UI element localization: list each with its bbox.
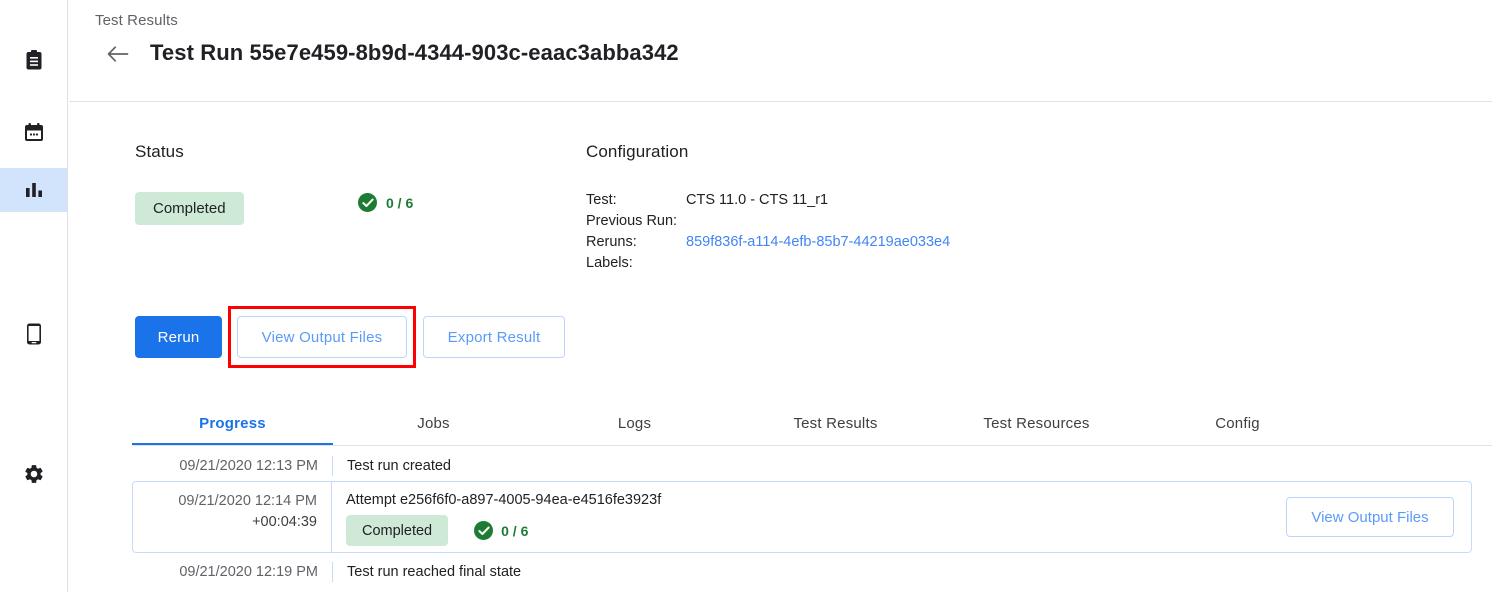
config-key: Previous Run: — [586, 211, 686, 232]
attempt-count-text: 0 / 6 — [501, 523, 528, 539]
view-output-files-button[interactable]: View Output Files — [237, 316, 407, 358]
breadcrumb[interactable]: Test Results — [95, 12, 178, 29]
export-result-button[interactable]: Export Result — [423, 316, 565, 358]
attempt-status-badge: Completed — [346, 515, 448, 546]
progress-row-final: 09/21/2020 12:19 PM Test run reached fin… — [132, 562, 1492, 582]
calendar-icon — [23, 122, 45, 143]
tab-config[interactable]: Config — [1137, 402, 1338, 444]
attempt-meta: Completed 0 / 6 — [346, 515, 1286, 546]
sidebar-item-analytics[interactable] — [0, 168, 67, 212]
attempt-title: Attempt e256f6f0-a897-4005-94ea-e4516fe3… — [346, 491, 1286, 509]
status-badge: Completed — [135, 192, 244, 225]
reruns-link[interactable]: 859f836f-a114-4efb-85b7-44219ae033e4 — [686, 232, 950, 253]
configuration-section-label: Configuration — [586, 142, 688, 162]
tab-test-resources[interactable]: Test Resources — [936, 402, 1137, 444]
rerun-button[interactable]: Rerun — [135, 316, 222, 358]
config-value: CTS 11.0 - CTS 11_r1 — [686, 190, 828, 211]
tab-jobs[interactable]: Jobs — [333, 402, 534, 444]
tab-logs[interactable]: Logs — [534, 402, 735, 444]
attempt-body: Attempt e256f6f0-a897-4005-94ea-e4516fe3… — [332, 482, 1286, 546]
check-circle-icon — [474, 521, 493, 540]
tab-progress[interactable]: Progress — [132, 402, 333, 444]
clipboard-icon — [24, 49, 44, 71]
attempt-time: 09/21/2020 12:14 PM — [178, 493, 317, 509]
config-row: Labels: — [586, 253, 950, 274]
attempt-view-output-files-button[interactable]: View Output Files — [1286, 497, 1454, 537]
status-count-text: 0 / 6 — [386, 195, 413, 211]
config-key: Labels: — [586, 253, 686, 274]
status-section-label: Status — [135, 142, 184, 162]
config-row: Reruns: 859f836f-a114-4efb-85b7-44219ae0… — [586, 232, 950, 253]
config-key: Reruns: — [586, 232, 686, 253]
status-count: 0 / 6 — [358, 193, 413, 212]
progress-row-attempt: 09/21/2020 12:14 PM +00:04:39 Attempt e2… — [132, 481, 1472, 553]
sidebar-item-settings[interactable] — [0, 452, 67, 496]
progress-timestamp: 09/21/2020 12:13 PM — [132, 456, 332, 476]
header-divider — [69, 101, 1492, 102]
phone-icon — [25, 322, 43, 346]
progress-text: Test run created — [333, 456, 1492, 476]
config-row: Test: CTS 11.0 - CTS 11_r1 — [586, 190, 950, 211]
left-sidebar — [0, 0, 68, 592]
tab-test-results[interactable]: Test Results — [735, 402, 936, 444]
sidebar-item-scheduler[interactable] — [0, 110, 67, 154]
tab-bar: Progress Jobs Logs Test Results Test Res… — [132, 402, 1492, 444]
arrow-left-icon — [106, 45, 130, 68]
attempt-count: 0 / 6 — [474, 521, 528, 540]
attempt-action-wrap: View Output Files — [1286, 497, 1454, 537]
back-arrow-button[interactable] — [104, 42, 132, 70]
config-key: Test: — [586, 190, 686, 211]
attempt-timestamp: 09/21/2020 12:14 PM +00:04:39 — [133, 482, 331, 533]
app-root: Test Results Test Run 55e7e459-8b9d-4344… — [0, 0, 1492, 592]
check-circle-icon — [358, 193, 377, 212]
config-row: Previous Run: — [586, 211, 950, 232]
configuration-list: Test: CTS 11.0 - CTS 11_r1 Previous Run:… — [586, 190, 950, 274]
progress-text: Test run reached final state — [333, 562, 1492, 582]
page-title: Test Run 55e7e459-8b9d-4344-903c-eaac3ab… — [150, 40, 679, 66]
bar-chart-icon — [23, 180, 45, 200]
sidebar-item-devices[interactable] — [0, 312, 67, 356]
progress-timestamp: 09/21/2020 12:19 PM — [132, 562, 332, 582]
tabs-divider — [132, 445, 1492, 446]
sidebar-item-test-results[interactable] — [0, 38, 67, 82]
attempt-duration: +00:04:39 — [133, 512, 317, 533]
gear-icon — [23, 463, 45, 485]
progress-row-created: 09/21/2020 12:13 PM Test run created — [132, 456, 1492, 476]
